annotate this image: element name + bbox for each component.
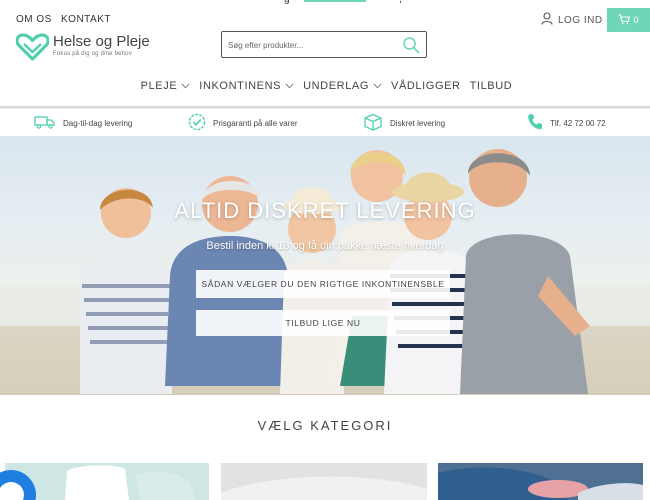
hero-family-photo (0, 149, 650, 395)
offers-button[interactable]: TILBUD LIGE NU (196, 310, 450, 336)
hero-subtitle: Bestil inden kl 13 og få din pakke næste… (206, 240, 444, 252)
cart-count: 0 (633, 15, 639, 25)
guide-button[interactable]: SÅDAN VÆLGER DU DEN RIGTIGE INKONTINENSB… (196, 270, 450, 298)
category-image-2 (221, 463, 427, 500)
main-nav: PLEJE INKONTINENS UNDERLAG VÅDLIGGER TIL… (0, 74, 650, 98)
search-input[interactable] (228, 37, 398, 53)
usp-discreet: Diskret levering (363, 110, 445, 136)
top-partial-accent (304, 0, 366, 2)
logo-name: Helse og Pleje (53, 33, 150, 50)
usp-phone-label: Tlf. 42 72 00 72 (550, 118, 606, 128)
category-card-2[interactable] (221, 463, 427, 500)
hero-title: ALTID DISKRET LEVERING (174, 198, 476, 223)
cart-icon (618, 13, 631, 27)
usp-discreet-label: Diskret levering (390, 118, 446, 128)
usp-price-label: Prisgaranti på alle varer (213, 118, 298, 128)
category-image-3 (438, 463, 643, 500)
category-card-3[interactable] (438, 463, 643, 500)
phone-icon (527, 113, 543, 133)
search-icon[interactable] (402, 36, 420, 54)
top-bar: OM OS KONTAKT g , LOG IND 0 (0, 0, 650, 34)
usp-phone[interactable]: Tlf. 42 72 00 72 (527, 110, 606, 136)
about-link[interactable]: OM OS (16, 14, 52, 25)
cart-button[interactable]: 0 (607, 8, 650, 32)
heart-logo-icon (15, 33, 50, 66)
usp-delivery-label: Dag-til-dag levering (63, 118, 133, 128)
nav-item-label: VÅDLIGGER (391, 80, 461, 92)
chevron-down-icon (373, 83, 382, 89)
login-link[interactable]: LOG IND (541, 12, 603, 28)
chevron-down-icon (181, 83, 190, 89)
nav-item-label: TILBUD (469, 80, 513, 92)
top-partial-text: g (284, 0, 290, 5)
category-title: VÆLG KATEGORI (257, 418, 393, 433)
logo-tagline: Fokus på dig og dine behov (53, 51, 132, 57)
nav-item-tilbud[interactable]: TILBUD (470, 74, 513, 98)
top-partial-text-right: , (399, 0, 402, 5)
header-divider (0, 106, 650, 109)
login-label: LOG IND (558, 14, 603, 26)
usp-price: Prisgaranti på alle varer (188, 110, 297, 136)
nav-item-pleje[interactable]: PLEJE (141, 74, 191, 98)
user-icon (541, 12, 553, 28)
truck-icon (34, 115, 56, 131)
site-logo[interactable]: Helse og Pleje Fokus på dig og dine beho… (15, 32, 150, 62)
nav-item-inkontinens[interactable]: INKONTINENS (199, 74, 294, 98)
box-icon (363, 113, 383, 133)
chevron-down-icon (285, 83, 294, 89)
contact-link[interactable]: KONTAKT (61, 14, 111, 25)
page: OM OS KONTAKT g , LOG IND 0 Helse og Ple… (0, 0, 650, 500)
usp-delivery: Dag-til-dag levering (34, 110, 132, 136)
nav-item-vadligger[interactable]: VÅDLIGGER (391, 74, 461, 98)
nav-item-label: INKONTINENS (199, 80, 282, 92)
nav-item-underlag[interactable]: UNDERLAG (303, 74, 382, 98)
search-box (221, 31, 427, 58)
hero-banner: ALTID DISKRET LEVERING Bestil inden kl 1… (0, 136, 650, 395)
nav-item-label: PLEJE (140, 80, 178, 92)
badge-check-icon (188, 113, 206, 133)
nav-item-label: UNDERLAG (303, 80, 370, 92)
